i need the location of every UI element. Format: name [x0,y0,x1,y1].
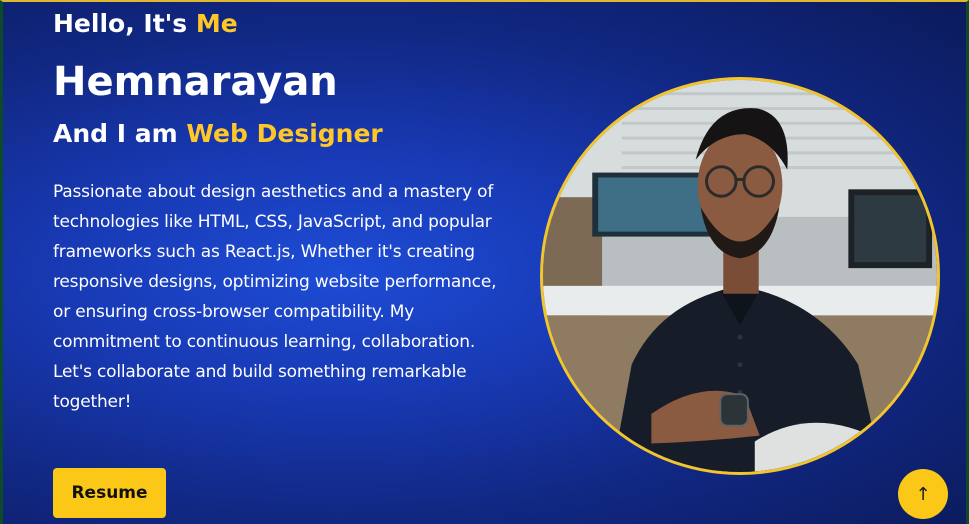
profile-photo-illustration [543,80,937,472]
bio-text: Passionate about design aesthetics and a… [53,177,498,417]
greeting-prefix: Hello, It's [53,9,196,38]
bio-paragraph: Passionate about design aesthetics and a… [53,182,497,352]
bio-paragraph: Let's collaborate and build something re… [53,362,467,412]
profile-photo [540,77,940,475]
role-prefix: And I am [53,119,187,148]
hero-name: Hemnarayan [53,59,338,105]
greeting-heading: Hello, It's Me [53,9,238,38]
greeting-accent: Me [195,9,238,38]
arrow-up-icon: ↑ [915,483,931,505]
role-accent: Web Designer [186,119,383,148]
resume-button[interactable]: Resume [53,468,166,518]
scroll-to-top-button[interactable]: ↑ [898,469,948,519]
role-heading: And I am Web Designer [53,119,383,148]
